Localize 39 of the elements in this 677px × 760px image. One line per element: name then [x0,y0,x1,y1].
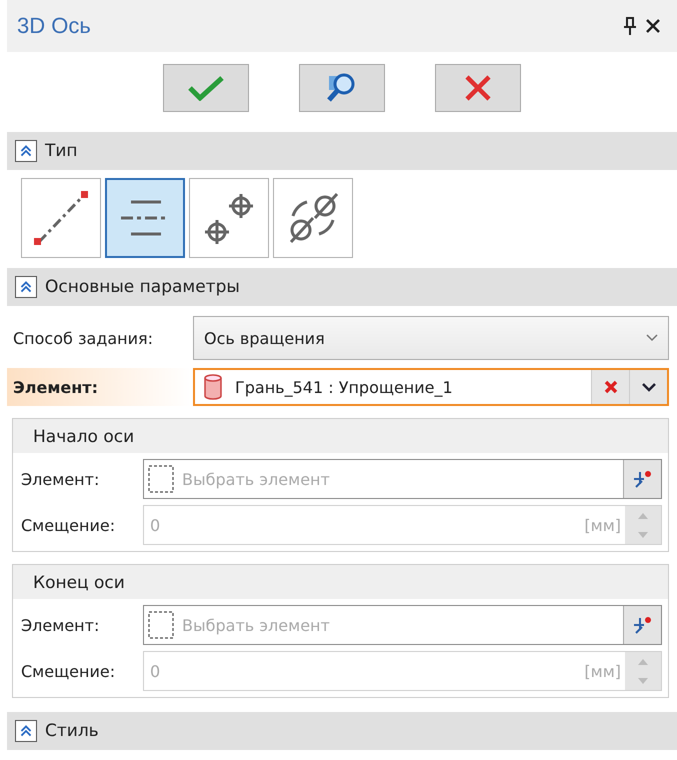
element-field[interactable]: Грань_541 : Упрощение_1 [193,368,669,406]
pick-button[interactable] [623,606,661,644]
field-label: Элемент: [21,470,100,488]
section-title: Стиль [45,721,99,741]
axis-type-button[interactable] [189,178,269,258]
axes-icon [632,469,654,489]
field-label: Смещение: [21,662,116,680]
ok-button[interactable] [163,64,249,112]
dashed-square-icon [148,465,174,493]
field-label: Смещение: [21,516,116,534]
pick-button[interactable] [623,460,661,498]
group-title: Конец оси [13,565,668,599]
close-icon [645,18,661,34]
check-icon [187,75,225,101]
section-title: Основные параметры [45,277,240,297]
close-icon [463,73,493,103]
collapse-button[interactable] [15,140,37,162]
pin-icon [623,16,637,36]
field-label: Элемент: [21,616,100,634]
window-title: 3D Ось [17,13,92,39]
dropdown-button[interactable] [629,370,667,404]
axes-icon [632,615,654,635]
method-dropdown[interactable]: Ось вращения [193,316,669,360]
cylinder-icon [203,373,223,401]
section-title: Тип [45,141,78,161]
dashed-square-icon [148,611,174,639]
cancel-button[interactable] [435,64,521,112]
axis-type-button[interactable] [21,178,101,258]
collapse-button[interactable] [15,720,37,742]
clear-button[interactable] [591,370,629,404]
collapse-button[interactable] [15,276,37,298]
preview-button[interactable] [299,64,385,112]
chevron-down-icon [640,382,656,392]
chevron-down-icon [646,334,658,342]
field-label: Способ задания: [13,328,154,348]
axis-type-button[interactable] [105,178,185,258]
group-title: Начало оси [13,419,668,453]
axis-type-button[interactable] [273,178,353,258]
cross-icon [604,380,618,394]
